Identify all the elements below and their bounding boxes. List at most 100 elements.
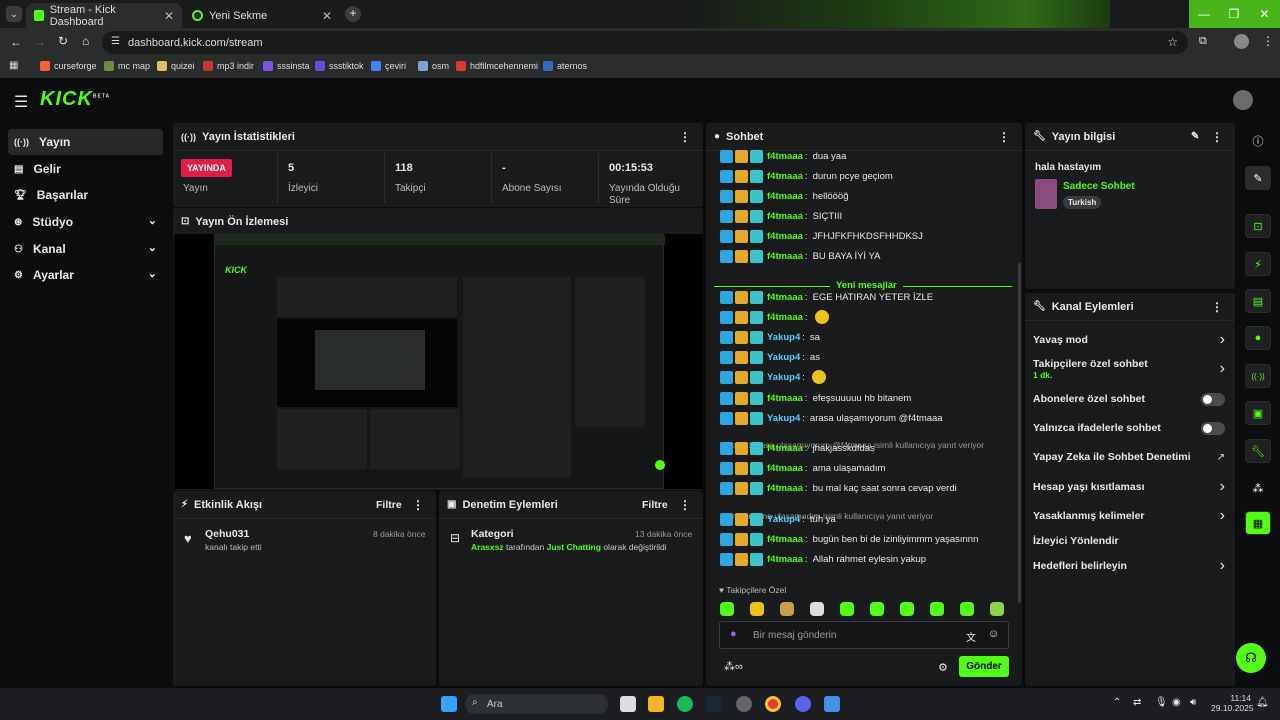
close-window-button[interactable]: ✕: [1249, 0, 1280, 28]
category-thumbnail[interactable]: [1035, 179, 1057, 209]
game-icon[interactable]: ▦: [1245, 511, 1271, 535]
more-options-icon[interactable]: ⋮: [1211, 130, 1223, 144]
taskbar-search[interactable]: ⌕ Ara: [465, 694, 608, 714]
address-bar[interactable]: ☰ dashboard.kick.com/stream ☆: [102, 31, 1188, 54]
edit-pencil-icon[interactable]: ✎: [1191, 131, 1199, 142]
more-options-icon[interactable]: ⋮: [412, 498, 424, 512]
category-link[interactable]: Sadece Sohbet: [1063, 181, 1135, 192]
notification-bell-icon[interactable]: 🔔︎: [1256, 697, 1269, 708]
extensions-icon[interactable]: ⧉: [1199, 35, 1207, 48]
forward-icon[interactable]: →: [34, 35, 46, 49]
chat-username[interactable]: f4tmaaa: [767, 443, 803, 454]
sidebar-item-studyo[interactable]: ⊛ Stüdyo ⌄: [8, 209, 163, 235]
bookmark-quizei[interactable]: quizei: [157, 61, 195, 71]
volume-icon[interactable]: 🔊︎: [1190, 697, 1196, 708]
back-icon[interactable]: ←: [10, 35, 22, 49]
sidebar-item-gelir[interactable]: ▤ Gelir: [8, 156, 163, 182]
tab-search-icon[interactable]: ⌄: [6, 6, 22, 22]
steam-icon[interactable]: [706, 696, 722, 712]
chat-input[interactable]: ● Bir mesaj gönderin 文 ☺: [719, 621, 1009, 649]
channel-action-item[interactable]: Hesap yaşı kısıtlaması ›: [1033, 476, 1225, 498]
windows-start-icon[interactable]: [441, 696, 457, 712]
channel-action-item[interactable]: Abonelere özel sohbet: [1033, 388, 1225, 410]
chat-username[interactable]: f4tmaaa: [767, 231, 803, 242]
sidebar-item-ayarlar[interactable]: ⚙ Ayarlar ⌄: [8, 262, 163, 288]
bookmark-curseforge[interactable]: curseforge: [40, 61, 97, 71]
spotify-icon[interactable]: [677, 696, 693, 712]
broadcast-icon[interactable]: ((·)): [1245, 364, 1271, 388]
bookmark-sssinsta[interactable]: sssinsta: [263, 61, 310, 71]
tray-app-icon[interactable]: ⇄: [1133, 697, 1141, 708]
bookmark-star-icon[interactable]: ☆: [1167, 35, 1178, 49]
tray-chevron-icon[interactable]: ⌃: [1113, 697, 1121, 708]
channel-action-item[interactable]: Yasaklanmış kelimeler ›: [1033, 505, 1225, 527]
bookmark-ceviri[interactable]: çeviri: [371, 61, 406, 71]
chat-username[interactable]: f4tmaaa: [767, 251, 803, 262]
chat-username[interactable]: Yakup4: [767, 372, 800, 383]
camera-icon[interactable]: ⊡: [1245, 214, 1271, 238]
chat-username[interactable]: f4tmaaa: [767, 211, 803, 222]
bookmark-mp3-indir[interactable]: mp3 indir: [203, 61, 254, 71]
maximize-button[interactable]: ❐: [1219, 0, 1249, 28]
emote-icon[interactable]: [960, 602, 974, 616]
bookmark-hdfilmcehennemi[interactable]: hdfilmcehennemi: [456, 61, 538, 71]
chat-username[interactable]: f4tmaaa: [767, 191, 803, 202]
emote-icon[interactable]: [810, 602, 824, 616]
activity-user[interactable]: Qehu031: [205, 528, 249, 540]
channel-action-item[interactable]: Yavaş mod ›: [1033, 329, 1225, 351]
chat-username[interactable]: Yakup4: [767, 332, 800, 343]
chat-username[interactable]: Yakup4: [767, 413, 800, 424]
chat-username[interactable]: f4tmaaa: [767, 483, 803, 494]
minimize-button[interactable]: —: [1189, 0, 1219, 28]
microphone-icon[interactable]: 🎙︎: [1155, 697, 1168, 708]
edit-icon[interactable]: ✎: [1245, 166, 1271, 190]
sidebar-item-basarilar[interactable]: 🏆︎ Başarılar: [8, 182, 163, 208]
channel-action-item[interactable]: İzleyici Yönlendir: [1033, 530, 1225, 552]
clock[interactable]: 11:14 29.10.2025: [1211, 693, 1254, 713]
tag-badge[interactable]: Turkish: [1063, 196, 1102, 209]
emote-icon[interactable]: [750, 602, 764, 616]
home-icon[interactable]: ⌂: [82, 34, 89, 48]
channel-action-item[interactable]: Yapay Zeka ile Sohbet Denetimi ↗: [1033, 446, 1225, 468]
kick-logo[interactable]: KICKBETA: [40, 88, 110, 111]
file-explorer-icon[interactable]: [648, 696, 664, 712]
info-icon[interactable]: ⓘ: [1245, 129, 1271, 153]
chat-scrollbar[interactable]: [1018, 263, 1021, 603]
close-tab-icon[interactable]: ✕: [164, 9, 174, 23]
more-options-icon[interactable]: ⋮: [679, 130, 691, 144]
emote-icon[interactable]: [990, 602, 1004, 616]
menu-icon[interactable]: ⋮: [1262, 34, 1274, 48]
chat-username[interactable]: Yakup4: [767, 352, 800, 363]
chat-username[interactable]: f4tmaaa: [767, 292, 803, 303]
toggle-switch[interactable]: [1201, 392, 1225, 406]
apps-grid-icon[interactable]: ▦: [9, 60, 18, 71]
chat-username[interactable]: Yakup4: [767, 514, 800, 525]
emote-icon[interactable]: [900, 602, 914, 616]
emote-icon[interactable]: [780, 602, 794, 616]
channel-action-item[interactable]: Takipçilere özel sohbet 1 dk. ›: [1033, 358, 1225, 380]
task-view-icon[interactable]: [620, 696, 636, 712]
new-tab-button[interactable]: +: [345, 6, 361, 22]
bookmark-aternos[interactable]: aternos: [543, 61, 587, 71]
document-icon[interactable]: ▤: [1245, 289, 1271, 313]
more-options-icon[interactable]: ⋮: [998, 130, 1010, 144]
sidebar-item-kanal[interactable]: ⚇ Kanal ⌄: [8, 236, 163, 262]
bookmark-mc-map[interactable]: mc map: [104, 61, 150, 71]
tab-new[interactable]: Yeni Sekme ✕: [184, 3, 340, 28]
more-options-icon[interactable]: ⋮: [679, 498, 691, 512]
wifi-icon[interactable]: ◉: [1172, 697, 1181, 708]
support-headset-icon[interactable]: ☊: [1236, 643, 1266, 673]
more-options-icon[interactable]: ⋮: [1211, 300, 1223, 314]
chat-icon[interactable]: ●: [1245, 326, 1271, 350]
site-info-icon[interactable]: ☰: [111, 36, 120, 47]
bolt-icon[interactable]: ⚡︎: [1245, 252, 1271, 276]
toggle-switch[interactable]: [1201, 421, 1225, 435]
stream-preview-video[interactable]: KICK: [174, 234, 703, 489]
chat-settings-icon[interactable]: ⚙: [938, 661, 948, 674]
chrome-icon[interactable]: [765, 696, 781, 712]
translate-icon[interactable]: 文: [966, 629, 976, 644]
chat-username[interactable]: f4tmaaa: [767, 312, 803, 323]
chat-username[interactable]: f4tmaaa: [767, 463, 803, 474]
chat-username[interactable]: f4tmaaa: [767, 554, 803, 565]
bookmark-ssstiktok[interactable]: ssstiktok: [315, 61, 364, 71]
